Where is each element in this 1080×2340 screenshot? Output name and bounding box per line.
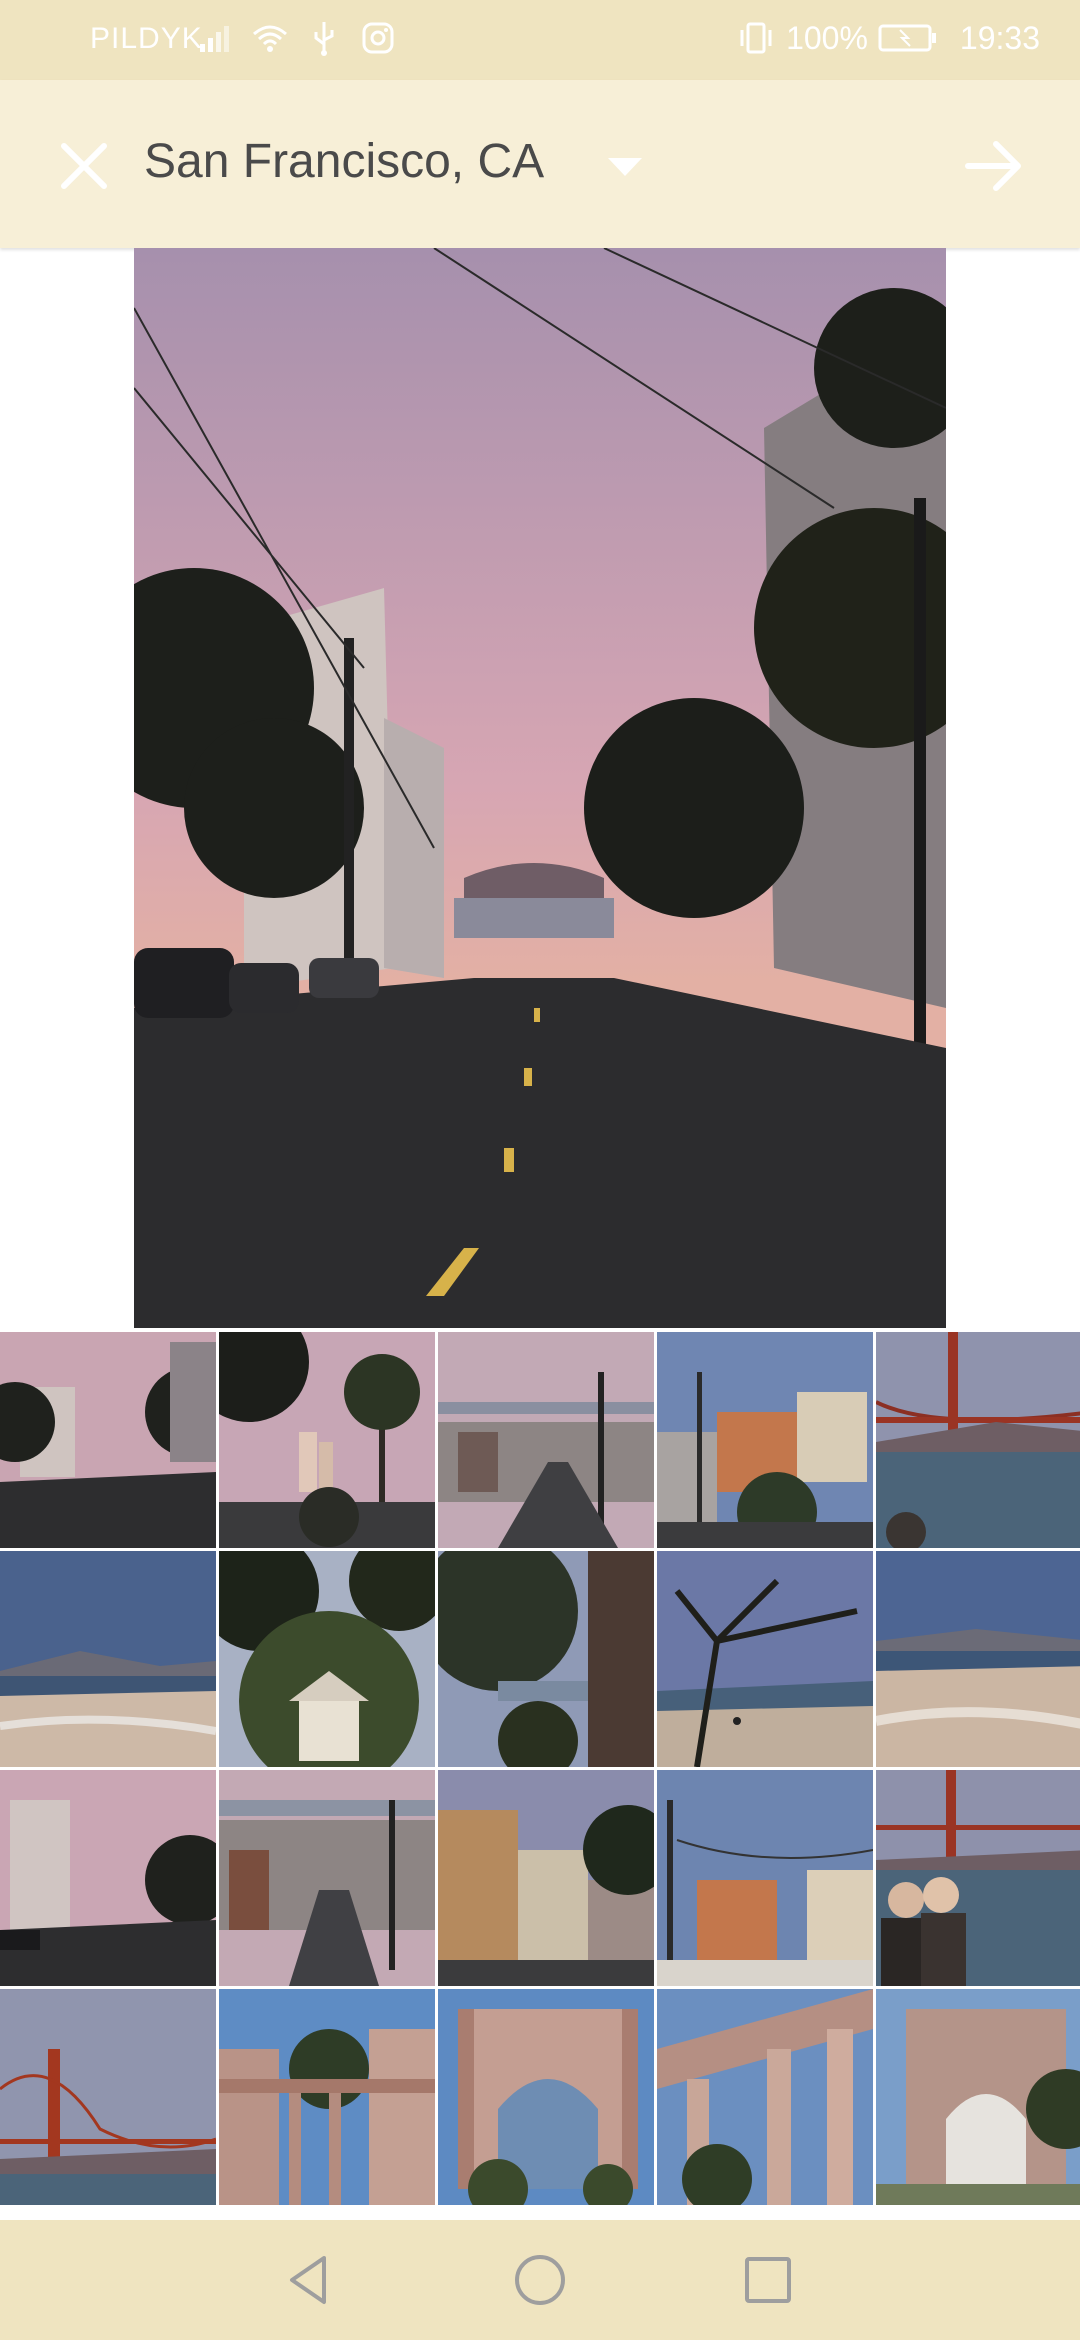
gallery-thumb[interactable]: [876, 1989, 1080, 2205]
golden-gate-portrait-thumb-icon: [876, 1770, 1080, 1986]
close-icon[interactable]: [54, 136, 114, 196]
gallery-thumb[interactable]: [0, 1770, 216, 1986]
status-bar: PILDYK 100% 19:33: [0, 0, 1080, 80]
victorian-houses-thumb-icon: [657, 1332, 873, 1548]
palace-rotunda-thumb-icon: [438, 1989, 654, 2205]
battery-percent: 100%: [786, 19, 868, 56]
signal-icon: [200, 26, 229, 52]
palm-skyline-thumb-icon: [219, 1332, 435, 1548]
gallery-thumb[interactable]: [0, 1551, 216, 1767]
system-nav-bar: [0, 2220, 1080, 2340]
gallery-thumb[interactable]: [876, 1770, 1080, 1986]
street-sunset-thumb-icon: [0, 1332, 216, 1548]
gallery-thumb[interactable]: [438, 1332, 654, 1548]
status-left-icons: [196, 18, 398, 58]
gallery-thumb[interactable]: [0, 1989, 216, 2205]
clock: 19:33: [959, 19, 1040, 56]
arrow-right-icon[interactable]: [962, 136, 1026, 196]
usb-icon: [314, 22, 334, 56]
gallery-thumb[interactable]: [876, 1551, 1080, 1767]
tree-beach-thumb-icon: [657, 1551, 873, 1767]
palace-columns-thumb-icon: [657, 1989, 873, 2205]
palace-colonnade-thumb-icon: [219, 1989, 435, 2205]
golden-gate-thumb-icon: [876, 1332, 1080, 1548]
vibrate-icon: [740, 22, 772, 54]
tree-house-thumb-icon: [219, 1551, 435, 1767]
beach-kids-thumb-icon: [876, 1551, 1080, 1767]
gallery-thumb[interactable]: [219, 1551, 435, 1767]
gallery-row: [0, 1551, 1080, 1767]
gallery-thumb[interactable]: [657, 1989, 873, 2205]
home-icon[interactable]: [510, 2250, 570, 2310]
street-sunset-photo: [134, 248, 946, 1328]
location-title[interactable]: San Francisco, CA: [144, 134, 544, 189]
instagram-icon: [362, 22, 394, 54]
gallery-row: [0, 1989, 1080, 2205]
app-header: San Francisco, CA: [0, 80, 1080, 248]
gallery-thumb[interactable]: [438, 1551, 654, 1767]
dropdown-arrow-icon[interactable]: [606, 154, 644, 180]
gallery-thumb[interactable]: [219, 1770, 435, 1986]
gallery-thumb[interactable]: [438, 1770, 654, 1986]
wifi-icon: [253, 25, 287, 52]
gallery-thumb[interactable]: [219, 1332, 435, 1548]
gallery-row: [0, 1770, 1080, 1986]
battery-icon: [878, 24, 936, 52]
gallery-thumb[interactable]: [657, 1551, 873, 1767]
hill-street-thumb-icon: [438, 1332, 654, 1548]
photo-gallery-grid: [0, 1332, 1080, 2220]
gallery-thumb[interactable]: [219, 1989, 435, 2205]
back-icon[interactable]: [280, 2250, 340, 2310]
painted-ladies-thumb-icon: [438, 1770, 654, 1986]
street-sunset-2-thumb-icon: [0, 1770, 216, 1986]
hill-street-2-thumb-icon: [219, 1770, 435, 1986]
cypress-building-thumb-icon: [438, 1551, 654, 1767]
status-right-group: 100% 19:33: [736, 18, 1040, 58]
palace-dome-thumb-icon: [876, 1989, 1080, 2205]
recents-icon[interactable]: [738, 2250, 798, 2310]
gallery-thumb[interactable]: [657, 1332, 873, 1548]
gallery-row: [0, 1332, 1080, 1548]
victorian-houses-2-thumb-icon: [657, 1770, 873, 1986]
carrier-name: PILDYK: [90, 22, 203, 55]
selected-photo[interactable]: [134, 248, 946, 1328]
beach-bay-thumb-icon: [0, 1551, 216, 1767]
gallery-thumb[interactable]: [876, 1332, 1080, 1548]
gallery-thumb[interactable]: [0, 1332, 216, 1548]
gallery-thumb[interactable]: [657, 1770, 873, 1986]
gallery-thumb[interactable]: [438, 1989, 654, 2205]
golden-gate-2-thumb-icon: [0, 1989, 216, 2205]
